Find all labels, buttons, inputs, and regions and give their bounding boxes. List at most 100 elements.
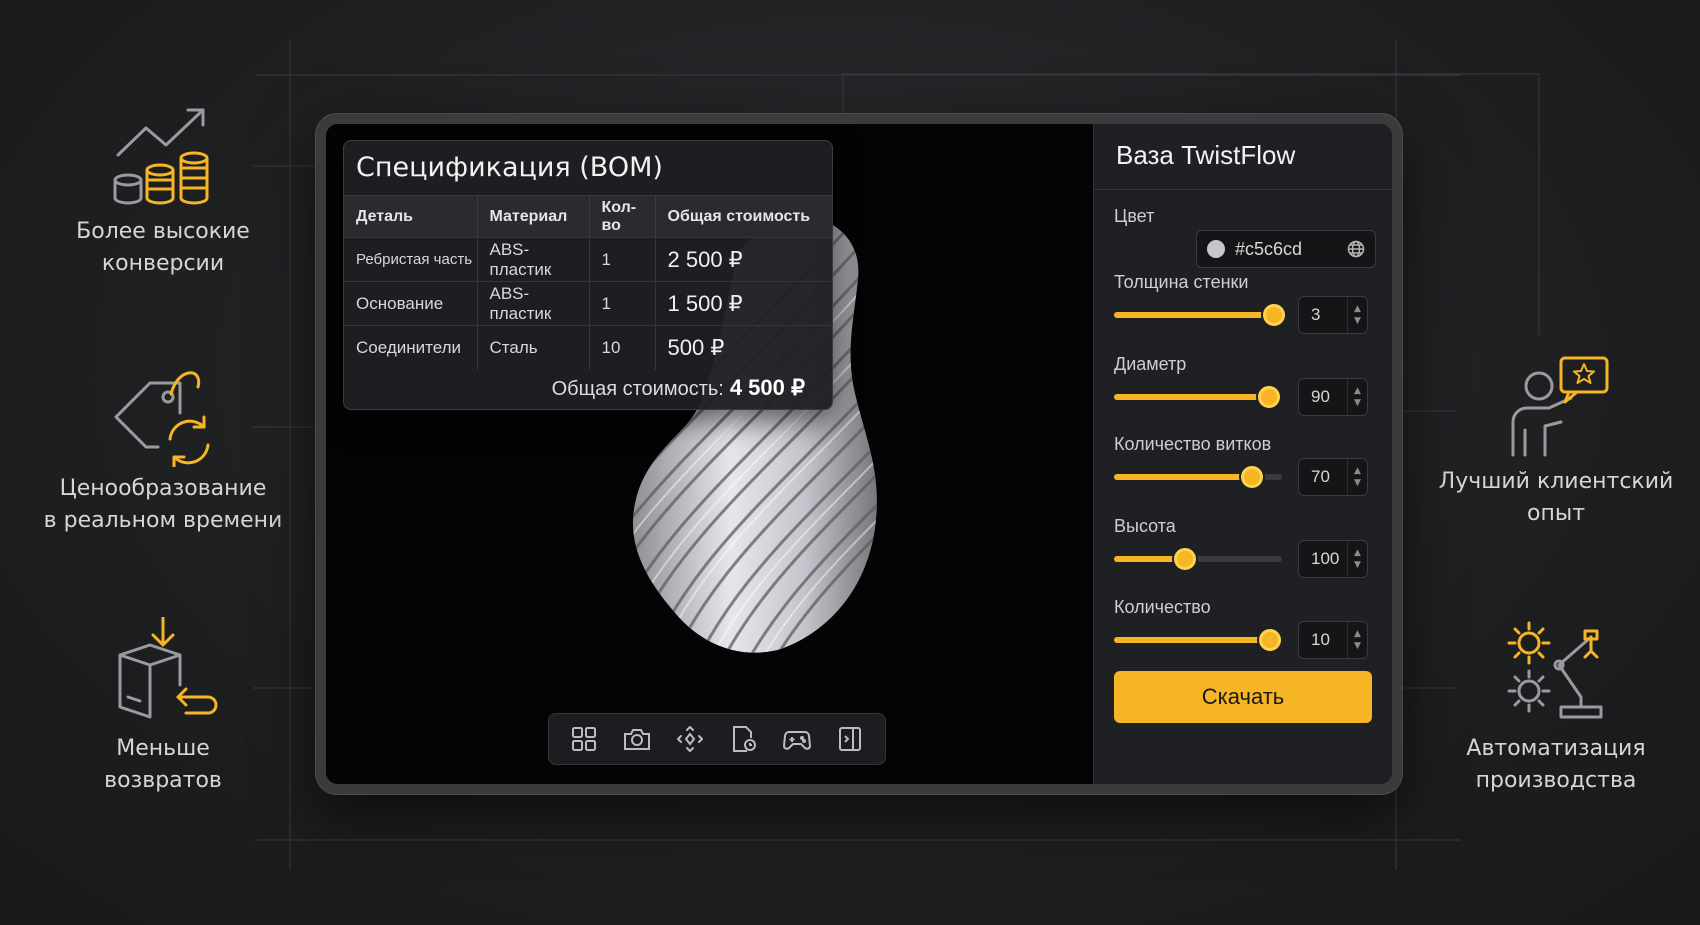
move-button[interactable]: [670, 719, 710, 759]
box-return-icon: [118, 617, 218, 719]
param-slider[interactable]: [1114, 304, 1285, 326]
feature-customer-experience: Лучший клиентский опыт: [1431, 350, 1681, 530]
cell-material: ABS-пластик: [477, 281, 590, 326]
column-header: Кол-во: [589, 195, 656, 238]
cell-qty: 1: [589, 281, 656, 326]
feature-label: Лучший клиентский опыт: [1438, 469, 1674, 526]
cell-cost: 2 500 ₽: [655, 237, 832, 282]
price-tag-refresh-icon: [114, 371, 210, 467]
move-icon: [677, 726, 704, 752]
param-slider[interactable]: [1114, 548, 1282, 570]
stepper-value[interactable]: 3: [1299, 305, 1347, 325]
total-value: 4 500 ₽: [729, 375, 805, 400]
feature-automation: Автоматизация производства: [1431, 617, 1681, 797]
param-label: Диаметр: [1114, 354, 1187, 374]
feature-pricing: Ценообразование в реальном времени: [38, 357, 288, 537]
color-value: #c5c6cd: [1235, 238, 1303, 259]
param-slider[interactable]: [1114, 629, 1282, 651]
cell-material: ABS-пластик: [477, 237, 590, 282]
gears-robot-arm-icon: [1507, 621, 1603, 719]
param-stepper[interactable]: 100 ▲ ▼: [1298, 540, 1368, 578]
chevron-up-icon[interactable]: ▲: [1354, 465, 1361, 477]
chevron-up-icon[interactable]: ▲: [1354, 628, 1361, 640]
cell-qty: 10: [589, 325, 656, 370]
cell-material: Сталь: [477, 325, 590, 370]
slider-knob[interactable]: [1257, 386, 1280, 408]
chevron-down-icon[interactable]: ▼: [1354, 315, 1361, 327]
stepper-arrows[interactable]: ▲ ▼: [1347, 541, 1367, 577]
total-label: Общая стоимость:: [551, 378, 724, 400]
param-slider[interactable]: [1114, 466, 1282, 488]
cell-part: Ребристая часть: [344, 237, 478, 282]
stepper-arrows[interactable]: ▲ ▼: [1347, 622, 1367, 658]
download-button[interactable]: Скачать: [1114, 671, 1372, 723]
param-stepper[interactable]: 70 ▲ ▼: [1298, 458, 1368, 496]
gamepad-icon: [782, 731, 811, 750]
panel-title: Ваза TwistFlow: [1094, 124, 1392, 190]
cell-cost: 500 ₽: [655, 325, 832, 370]
app-screen: Спецификация (BOM) Деталь Материал Кол-в…: [326, 124, 1392, 784]
document-settings-button[interactable]: [724, 719, 764, 759]
param-label: Количество витков: [1114, 434, 1272, 454]
color-swatch[interactable]: [1207, 240, 1225, 258]
chevron-down-icon[interactable]: ▼: [1354, 559, 1361, 571]
color-picker[interactable]: #c5c6cd: [1196, 230, 1376, 268]
column-header: Материал: [477, 195, 590, 238]
slider-knob[interactable]: [1262, 304, 1285, 326]
param-label: Толщина стенки: [1114, 272, 1249, 292]
bom-header-row: Деталь Материал Кол-во Общая стоимость: [344, 195, 832, 238]
viewport-toolbar: [548, 713, 886, 765]
param-slider[interactable]: [1114, 386, 1282, 408]
param-label: Высота: [1114, 516, 1176, 536]
3d-viewport[interactable]: Спецификация (BOM) Деталь Материал Кол-в…: [326, 124, 1093, 784]
toggle-panel-button[interactable]: [830, 719, 870, 759]
chevron-down-icon[interactable]: ▼: [1354, 477, 1361, 489]
param-stepper[interactable]: 10 ▲ ▼: [1298, 621, 1368, 659]
bom-card: Спецификация (BOM) Деталь Материал Кол-в…: [343, 140, 833, 410]
color-label: Цвет: [1114, 206, 1155, 226]
feature-label: Автоматизация производства: [1466, 736, 1646, 793]
column-header: Деталь: [344, 195, 478, 238]
param-label: Количество: [1114, 597, 1211, 617]
grid-view-button[interactable]: [564, 719, 604, 759]
document-settings-icon: [732, 726, 756, 752]
column-header: Общая стоимость: [655, 195, 832, 238]
cell-part: Соединители: [344, 325, 478, 370]
stepper-value[interactable]: 70: [1299, 467, 1347, 487]
feature-label: Ценообразование в реальном времени: [43, 476, 283, 533]
customer-review-icon: [1511, 356, 1609, 457]
stepper-arrows[interactable]: ▲ ▼: [1347, 297, 1367, 333]
feature-label: Более высокие конверсии: [76, 219, 250, 276]
bom-table: Деталь Материал Кол-во Общая стоимость Р…: [344, 195, 832, 370]
param-stepper[interactable]: 90 ▲ ▼: [1298, 378, 1368, 416]
chevron-down-icon[interactable]: ▼: [1354, 640, 1361, 652]
slider-knob[interactable]: [1173, 548, 1196, 570]
configurator-window: Спецификация (BOM) Деталь Материал Кол-в…: [315, 113, 1403, 795]
param-stepper[interactable]: 3 ▲ ▼: [1298, 296, 1368, 334]
chevron-up-icon[interactable]: ▲: [1354, 547, 1361, 559]
stepper-arrows[interactable]: ▲ ▼: [1347, 459, 1367, 495]
gamepad-button[interactable]: [777, 719, 817, 759]
stepper-value[interactable]: 10: [1299, 630, 1347, 650]
slider-knob[interactable]: [1259, 629, 1282, 651]
slider-fill: [1114, 394, 1269, 400]
globe-icon[interactable]: [1347, 240, 1365, 258]
coins-growth-icon: [113, 108, 209, 205]
feature-conversions: Более высокие конверсии: [38, 100, 288, 280]
side-panel-icon: [839, 727, 862, 751]
chevron-up-icon[interactable]: ▲: [1354, 385, 1361, 397]
stepper-arrows[interactable]: ▲ ▼: [1347, 379, 1367, 415]
chevron-up-icon[interactable]: ▲: [1354, 303, 1361, 315]
slider-knob[interactable]: [1240, 466, 1263, 488]
table-row: Соединители Сталь 10 500 ₽: [344, 325, 832, 370]
cell-qty: 1: [589, 237, 656, 282]
cell-part: Основание: [344, 281, 478, 326]
feature-label: Меньше возвратов: [104, 736, 222, 793]
stepper-value[interactable]: 100: [1299, 549, 1347, 569]
slider-fill: [1114, 312, 1274, 318]
chevron-down-icon[interactable]: ▼: [1354, 397, 1361, 409]
screenshot-button[interactable]: [617, 719, 657, 759]
feature-returns: Меньше возвратов: [38, 617, 288, 797]
stepper-value[interactable]: 90: [1299, 387, 1347, 407]
grid-view-icon: [571, 727, 596, 751]
